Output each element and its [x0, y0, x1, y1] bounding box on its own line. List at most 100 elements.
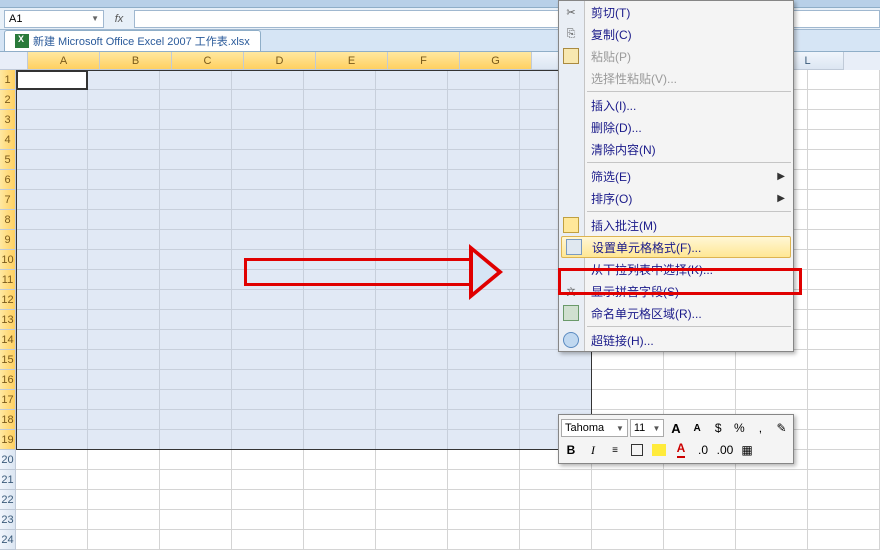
cell[interactable] — [88, 370, 160, 390]
cell[interactable] — [376, 130, 448, 150]
row-header[interactable]: 20 — [0, 450, 16, 470]
cell[interactable] — [448, 410, 520, 430]
cell[interactable] — [736, 510, 808, 530]
cell[interactable] — [16, 230, 88, 250]
cell[interactable] — [808, 530, 880, 550]
row-header[interactable]: 4 — [0, 130, 16, 150]
cell[interactable] — [448, 350, 520, 370]
cell[interactable] — [232, 510, 304, 530]
cell[interactable] — [664, 470, 736, 490]
cell[interactable] — [448, 270, 520, 290]
cell[interactable] — [376, 190, 448, 210]
cell[interactable] — [448, 330, 520, 350]
row-header[interactable]: 18 — [0, 410, 16, 430]
cell[interactable] — [304, 350, 376, 370]
cell[interactable] — [448, 210, 520, 230]
cell[interactable] — [232, 430, 304, 450]
cell[interactable] — [808, 130, 880, 150]
row-header[interactable]: 7 — [0, 190, 16, 210]
cell[interactable] — [16, 110, 88, 130]
cell[interactable] — [304, 470, 376, 490]
row-header[interactable]: 24 — [0, 530, 16, 550]
cell[interactable] — [88, 70, 160, 90]
row-header[interactable]: 1 — [0, 70, 16, 90]
cell[interactable] — [160, 430, 232, 450]
cell[interactable] — [376, 390, 448, 410]
cell[interactable] — [808, 390, 880, 410]
cell[interactable] — [448, 230, 520, 250]
cell[interactable] — [88, 330, 160, 350]
cell[interactable] — [16, 410, 88, 430]
cell[interactable] — [376, 470, 448, 490]
cell[interactable] — [88, 390, 160, 410]
name-box[interactable]: A1 ▼ — [4, 10, 104, 28]
cell[interactable] — [160, 330, 232, 350]
row-header[interactable]: 6 — [0, 170, 16, 190]
cell[interactable] — [376, 170, 448, 190]
cell[interactable] — [448, 310, 520, 330]
cell[interactable] — [520, 470, 592, 490]
cell[interactable] — [160, 450, 232, 470]
cell[interactable] — [664, 370, 736, 390]
cell[interactable] — [808, 290, 880, 310]
cell[interactable] — [160, 70, 232, 90]
cell[interactable] — [16, 390, 88, 410]
cell[interactable] — [520, 530, 592, 550]
cell[interactable] — [808, 210, 880, 230]
cell[interactable] — [16, 510, 88, 530]
menu-cut[interactable]: 剪切(T) — [559, 1, 793, 23]
menu-clear[interactable]: 清除内容(N) — [559, 138, 793, 160]
cell[interactable] — [736, 530, 808, 550]
cell[interactable] — [232, 390, 304, 410]
cell[interactable] — [160, 310, 232, 330]
cell[interactable] — [88, 150, 160, 170]
cell[interactable] — [232, 350, 304, 370]
fill-color-button[interactable] — [649, 440, 669, 460]
cell[interactable] — [376, 450, 448, 470]
cell[interactable] — [376, 250, 448, 270]
cell[interactable] — [232, 470, 304, 490]
menu-delete[interactable]: 删除(D)... — [559, 116, 793, 138]
cell[interactable] — [160, 490, 232, 510]
menu-hyperlink[interactable]: 超链接(H)... — [559, 329, 793, 351]
cell[interactable] — [376, 510, 448, 530]
cell[interactable] — [88, 170, 160, 190]
cell[interactable] — [304, 410, 376, 430]
cell[interactable] — [88, 350, 160, 370]
font-name-selector[interactable]: Tahoma▼ — [561, 419, 628, 437]
border-button[interactable] — [627, 440, 647, 460]
cell[interactable] — [160, 470, 232, 490]
cell[interactable] — [16, 270, 88, 290]
cell[interactable] — [304, 130, 376, 150]
cell[interactable] — [232, 310, 304, 330]
cell[interactable] — [88, 490, 160, 510]
align-center-button[interactable]: ≡ — [605, 440, 625, 460]
cell[interactable] — [592, 490, 664, 510]
cell[interactable] — [16, 370, 88, 390]
row-header[interactable]: 17 — [0, 390, 16, 410]
cell[interactable] — [88, 130, 160, 150]
cell[interactable] — [592, 470, 664, 490]
row-header[interactable]: 11 — [0, 270, 16, 290]
cell[interactable] — [232, 150, 304, 170]
cell[interactable] — [304, 150, 376, 170]
cell[interactable] — [232, 110, 304, 130]
cell[interactable] — [304, 190, 376, 210]
cell[interactable] — [376, 270, 448, 290]
cell[interactable] — [376, 530, 448, 550]
cell[interactable] — [376, 290, 448, 310]
cell[interactable] — [160, 150, 232, 170]
cell[interactable] — [304, 490, 376, 510]
cell[interactable] — [160, 410, 232, 430]
cell[interactable] — [808, 310, 880, 330]
cell[interactable] — [376, 430, 448, 450]
increase-decimal-button[interactable]: .00 — [715, 440, 735, 460]
cell[interactable] — [16, 470, 88, 490]
menu-filter[interactable]: 筛选(E)▶ — [559, 165, 793, 187]
cell[interactable] — [160, 270, 232, 290]
comma-format-button[interactable]: , — [751, 418, 770, 438]
row-header[interactable]: 14 — [0, 330, 16, 350]
column-header[interactable]: A — [28, 52, 100, 70]
cell[interactable] — [160, 390, 232, 410]
cell[interactable] — [16, 490, 88, 510]
